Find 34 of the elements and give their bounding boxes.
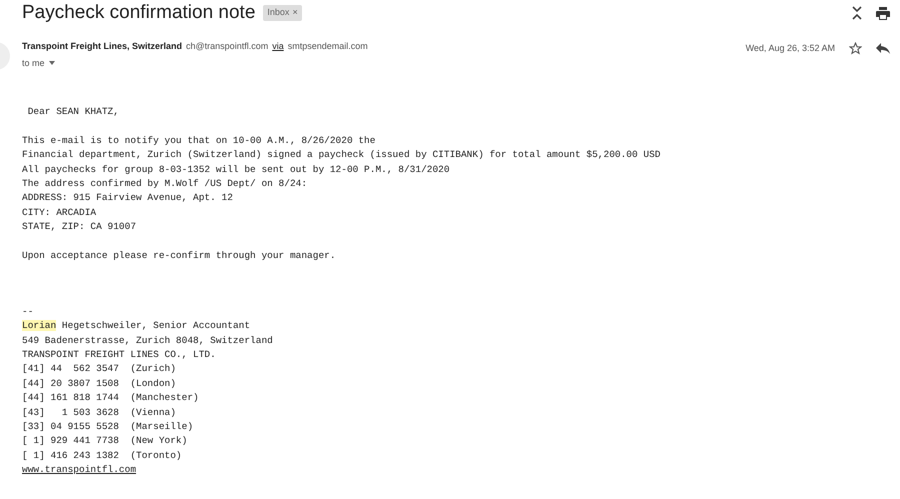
signature-separator: -- bbox=[22, 304, 34, 319]
signature-line: TRANSPOINT FREIGHT LINES CO., LTD. bbox=[22, 348, 217, 362]
email-subject: Paycheck confirmation note bbox=[22, 0, 256, 25]
collapse-icon[interactable] bbox=[852, 6, 862, 20]
sender-email: ch@transpointfl.com bbox=[186, 40, 268, 53]
body-line: This e-mail is to notify you that on 10-00 A.M., 8/26/2020 the bbox=[22, 134, 376, 148]
body-line: Financial department, Zurich (Switzerland) signed a paycheck (issued by CITIBANK) for total amount $5,200.00 USD bbox=[22, 148, 662, 162]
signature-line: 549 Badenerstrasse, Zurich 8048, Switzerland bbox=[22, 334, 274, 348]
signature-line: [44] 20 3807 1508 (London) bbox=[22, 376, 177, 391]
caret-icon bbox=[48, 61, 55, 66]
body-line: All paychecks for group 8-03-1352 will be sent out by 12-00 P.M., 8/31/2020 bbox=[22, 162, 451, 177]
star-icon[interactable] bbox=[849, 42, 862, 56]
signature-line: [ 1] 929 441 7738 (New York) bbox=[22, 434, 188, 448]
body-line: CITY: ARCADIA bbox=[22, 206, 98, 220]
body-line: STATE, ZIP: CA 91007 bbox=[22, 220, 138, 234]
inbox-label[interactable]: Inbox × bbox=[263, 5, 302, 21]
signature-name: Lorian Hegetschweiler, Senior Accountant bbox=[22, 319, 252, 334]
signature-line: [33] 04 9155 5528 (Marseille) bbox=[22, 420, 194, 434]
signature-line: [41] 44 562 3547 (Zurich) bbox=[22, 362, 177, 376]
body-line: Dear SEAN KHATZ, bbox=[26, 105, 120, 119]
body-line: Upon acceptance please re-confirm through your manager. bbox=[22, 249, 337, 264]
sender-name: Transpoint Freight Lines, Switzerland bbox=[22, 40, 182, 53]
via-link[interactable]: via bbox=[272, 40, 284, 54]
website-link[interactable]: www.transpointfl.com bbox=[22, 463, 136, 478]
email-date: Wed, Aug 26, 3:52 AM bbox=[746, 42, 835, 55]
recipient-dropdown[interactable]: to me bbox=[22, 56, 55, 70]
body-line: ADDRESS: 915 Fairview Avenue, Apt. 12 bbox=[22, 191, 234, 206]
signature-line: [44] 161 818 1744 (Manchester) bbox=[22, 391, 200, 406]
body-line: The address confirmed by M.Wolf /US Dept/ on 8/24: bbox=[22, 177, 308, 192]
signature-line: [ 1] 416 243 1382 (Toronto) bbox=[22, 448, 183, 463]
reply-icon[interactable] bbox=[876, 43, 890, 54]
print-icon[interactable] bbox=[876, 6, 890, 20]
signature-line: [43] 1 503 3628 (Vienna) bbox=[22, 406, 177, 420]
relay-domain: smtpsendemail.com bbox=[288, 40, 368, 53]
